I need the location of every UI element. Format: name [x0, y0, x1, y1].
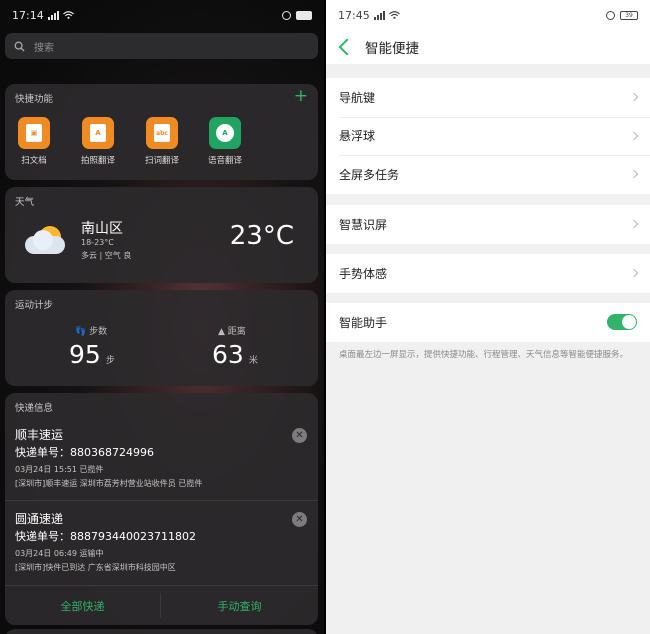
search-icon: [14, 41, 25, 51]
close-icon[interactable]: ✕: [292, 428, 307, 443]
express-number: 快递单号：880368724996: [15, 446, 154, 459]
smart-assistant-toggle[interactable]: [607, 314, 637, 331]
weather-temperature: 23°C: [229, 221, 294, 251]
weather-title: 天气: [15, 197, 35, 208]
road-icon: ▲: [218, 327, 225, 337]
footprint-icon: 👣: [75, 327, 87, 337]
smart-assistant-description: 桌面最左边一屏显示，提供快捷功能、行程管理、天气信息等智能便捷服务。: [339, 350, 629, 360]
weather-description: 多云 | 空气 良: [81, 251, 132, 260]
status-bar: 17:45 39: [326, 0, 650, 30]
signal-icon: [373, 10, 385, 20]
search-placeholder: 搜索: [34, 42, 54, 54]
signal-icon: [47, 10, 59, 20]
setting-label: 智能助手: [339, 315, 388, 330]
quick-item-photo-translate[interactable]: A 拍照翻译: [72, 117, 124, 166]
alarm-icon: [282, 10, 291, 20]
settings-group-4: 智能助手: [326, 303, 650, 342]
express-item[interactable]: 圆通速递 快递单号：888793440023711802 03月24日 06:4…: [5, 501, 318, 585]
setting-navigation-keys[interactable]: 导航键: [326, 78, 650, 117]
scan-word-icon: abc: [146, 117, 178, 149]
settings-group-3: 手势体感: [326, 254, 650, 293]
voice-translate-icon: A: [209, 117, 241, 149]
quick-functions-card: 快捷功能 + ▣ 扫文档 A 拍照翻译 abc 扫词翻译 A 语音翻译: [5, 84, 318, 180]
quick-item-label: 拍照翻译: [80, 156, 115, 166]
setting-smart-assistant[interactable]: 智能助手: [326, 303, 650, 342]
express-item[interactable]: 顺丰速运 快递单号：880368724996 03月24日 15:51 已揽件 …: [5, 417, 318, 501]
nav-bar: 智能便捷: [326, 30, 650, 64]
photo-translate-icon: A: [82, 117, 114, 149]
steps-label: 步数: [89, 327, 108, 337]
chevron-right-icon: [629, 170, 639, 179]
partly-cloudy-icon: [25, 226, 67, 254]
manual-query-button[interactable]: 手动查询: [161, 586, 318, 625]
wifi-icon: [62, 11, 74, 19]
chevron-right-icon: [629, 269, 639, 278]
step-counter-title: 运动计步: [15, 300, 54, 311]
express-detail: [深圳市]顺丰速运 深圳市荔芳村营业站收件员 已揽件: [15, 479, 203, 488]
alarm-icon: [606, 10, 615, 20]
quick-item-voice-translate[interactable]: A 语音翻译: [199, 117, 251, 166]
weather-card[interactable]: 天气 南山区 18-23°C 多云 | 空气 良 23°C: [5, 187, 318, 283]
status-time: 17:14: [12, 8, 44, 22]
quick-functions-title: 快捷功能: [15, 94, 54, 105]
chevron-right-icon: [629, 131, 639, 140]
quick-item-scan-word[interactable]: abc 扫词翻译: [136, 117, 188, 166]
quick-item-scan-doc[interactable]: ▣ 扫文档: [8, 117, 60, 166]
express-company: 顺丰速运: [15, 428, 64, 442]
step-counter-card[interactable]: 运动计步 👣 步数 95 步 ▲ 距离 63 米: [5, 290, 318, 386]
distance-value: 63: [212, 340, 244, 369]
back-arrow-icon[interactable]: [338, 38, 356, 56]
setting-floating-ball[interactable]: 悬浮球: [326, 116, 650, 156]
distance-label: 距离: [227, 327, 246, 337]
right-phone-screen: 17:45 39 智能便捷 导航键 悬浮球 全屏多任务 智慧识屏 手势体感 智能…: [326, 0, 650, 634]
close-icon[interactable]: ✕: [292, 512, 307, 527]
setting-label: 智慧识屏: [339, 217, 388, 232]
setting-label: 悬浮球: [339, 129, 376, 144]
setting-label: 全屏多任务: [339, 167, 400, 182]
battery-icon: 39: [620, 10, 638, 20]
steps-value: 95: [69, 340, 101, 369]
express-detail: [深圳市]快件已到达 广东省深圳市科技园中区: [15, 563, 176, 572]
weather-location: 南山区: [81, 221, 123, 237]
next-card-edge: [5, 629, 318, 634]
express-time: 03月24日 06:49 运输中: [15, 549, 104, 558]
express-time: 03月24日 15:51 已揽件: [15, 465, 104, 474]
setting-fullscreen-multitask[interactable]: 全屏多任务: [326, 155, 650, 194]
chevron-right-icon: [629, 220, 639, 229]
setting-label: 手势体感: [339, 266, 388, 281]
express-company: 圆通速递: [15, 512, 64, 526]
scan-doc-icon: ▣: [18, 117, 50, 149]
page-title: 智能便捷: [365, 41, 419, 57]
setting-label: 导航键: [339, 90, 376, 105]
status-bar: 17:14: [0, 0, 324, 30]
quick-item-label: 扫词翻译: [144, 156, 179, 166]
express-card: 快递信息 顺丰速运 快递单号：880368724996 03月24日 15:51…: [5, 393, 318, 625]
left-phone-screen: 17:14 搜索 快捷功能 + ▣ 扫文档 A 拍照翻译 abc 扫词翻译 A: [0, 0, 324, 634]
weather-range: 18-23°C: [81, 238, 114, 247]
search-bar[interactable]: 搜索: [5, 33, 318, 59]
all-express-button[interactable]: 全部快递: [5, 586, 160, 625]
settings-group-1: 导航键 悬浮球 全屏多任务: [326, 78, 650, 194]
express-title: 快递信息: [15, 403, 54, 414]
distance-unit: 米: [248, 356, 258, 366]
setting-smart-screen-recognition[interactable]: 智慧识屏: [326, 205, 650, 244]
wifi-icon: [388, 11, 400, 19]
steps-unit: 步: [105, 356, 115, 366]
quick-item-label: 扫文档: [21, 156, 47, 166]
add-icon[interactable]: +: [294, 87, 308, 105]
quick-item-label: 语音翻译: [207, 156, 242, 166]
setting-gestures[interactable]: 手势体感: [326, 254, 650, 293]
settings-group-2: 智慧识屏: [326, 205, 650, 244]
status-time: 17:45: [338, 8, 370, 22]
express-number: 快递单号：888793440023711802: [15, 530, 196, 543]
chevron-right-icon: [629, 93, 639, 102]
battery-icon: [296, 10, 312, 20]
